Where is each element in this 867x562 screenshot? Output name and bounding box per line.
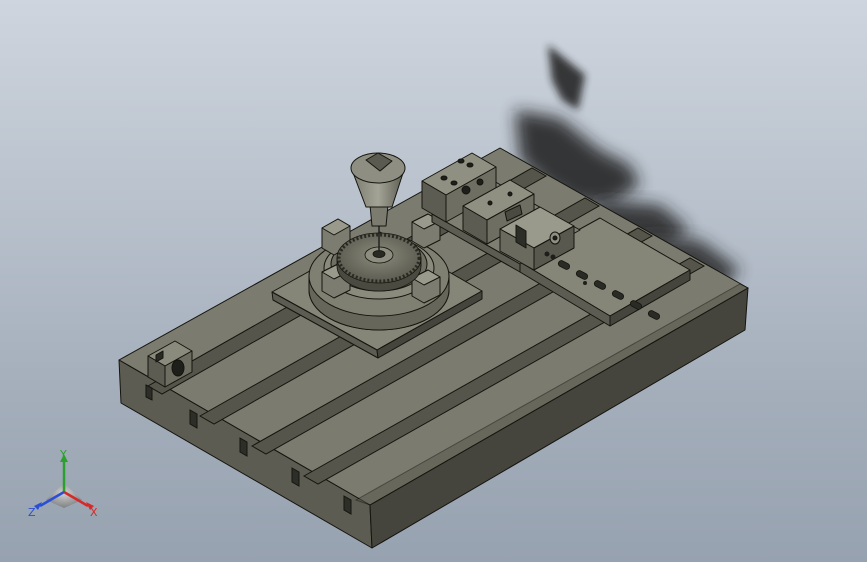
- z-axis-label: Z: [28, 506, 36, 519]
- cad-model-scene[interactable]: [0, 0, 867, 562]
- x-axis-label: X: [90, 506, 98, 519]
- orientation-triad[interactable]: Y X Z: [24, 448, 104, 528]
- y-axis-label: Y: [59, 448, 67, 461]
- graphics-viewport[interactable]: Y X Z: [0, 0, 867, 562]
